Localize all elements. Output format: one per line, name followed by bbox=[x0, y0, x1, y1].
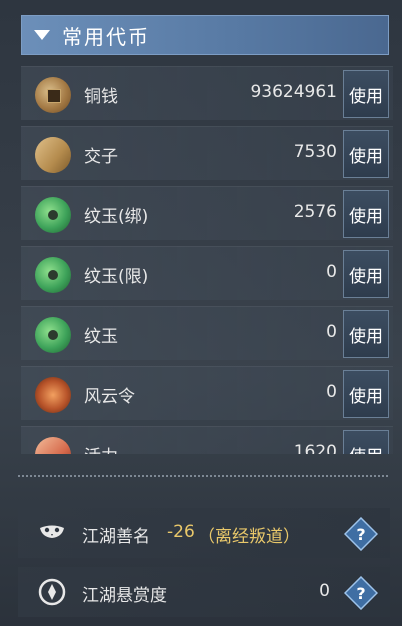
currency-row-jade: 纹玉 0 使用 bbox=[21, 306, 393, 360]
currency-row-copper: 铜钱 93624961 使用 bbox=[21, 66, 393, 120]
use-button[interactable]: 使用 bbox=[343, 190, 389, 238]
currency-value: 0 bbox=[326, 322, 337, 342]
svg-text:?: ? bbox=[356, 525, 365, 544]
currency-name: 活力 bbox=[84, 442, 118, 454]
currency-value: 0 bbox=[326, 262, 337, 282]
currency-row-vitality: 活力 1620 使用 bbox=[21, 426, 393, 454]
use-button[interactable]: 使用 bbox=[343, 430, 389, 454]
vitality-icon bbox=[35, 437, 71, 454]
currency-value: 7530 bbox=[293, 142, 337, 162]
currency-name: 纹玉(限) bbox=[84, 267, 149, 287]
mask-icon bbox=[40, 525, 64, 538]
reputation-label: 江湖善名 bbox=[82, 527, 150, 547]
help-icon[interactable]: ? bbox=[344, 517, 378, 551]
currency-name: 交子 bbox=[84, 147, 118, 167]
bounty-label: 江湖悬赏度 bbox=[82, 586, 167, 606]
use-button[interactable]: 使用 bbox=[343, 250, 389, 298]
svg-text:?: ? bbox=[356, 584, 365, 603]
use-button[interactable]: 使用 bbox=[343, 70, 389, 118]
currency-row-jade-bound: 纹玉(绑) 2576 使用 bbox=[21, 186, 393, 240]
jade-icon bbox=[35, 317, 71, 353]
currency-row-jade-limited: 纹玉(限) 0 使用 bbox=[21, 246, 393, 300]
currency-name: 纹玉(绑) bbox=[84, 207, 149, 227]
wind-cloud-token-icon bbox=[35, 377, 71, 413]
currency-value: 1620 bbox=[293, 442, 337, 454]
bounty-icon bbox=[38, 578, 66, 606]
help-icon[interactable]: ? bbox=[344, 576, 378, 610]
reputation-status: （离经叛道） bbox=[198, 527, 300, 547]
section-title: 常用代币 bbox=[62, 24, 150, 49]
section-divider bbox=[18, 475, 388, 477]
currency-value: 2576 bbox=[293, 202, 337, 222]
jianghu-reputation-row: 江湖善名 -26 （离经叛道） ? bbox=[18, 508, 390, 558]
currency-row-wind-cloud: 风云令 0 使用 bbox=[21, 366, 393, 420]
currency-name: 铜钱 bbox=[84, 87, 118, 107]
collapse-triangle-icon bbox=[34, 30, 50, 40]
currency-list[interactable]: 铜钱 93624961 使用 交子 7530 使用 纹玉(绑) 2576 使用 … bbox=[21, 66, 393, 454]
bounty-value: 0 bbox=[319, 581, 330, 601]
use-button[interactable]: 使用 bbox=[343, 130, 389, 178]
paper-note-icon bbox=[32, 134, 74, 176]
currency-value: 93624961 bbox=[250, 82, 337, 102]
section-header-common-tokens[interactable]: 常用代币 bbox=[21, 15, 389, 55]
currency-name: 风云令 bbox=[84, 387, 135, 407]
reputation-value: -26 bbox=[167, 522, 195, 542]
use-button[interactable]: 使用 bbox=[343, 310, 389, 358]
jade-limited-icon bbox=[35, 257, 71, 293]
use-button[interactable]: 使用 bbox=[343, 370, 389, 418]
copper-coin-icon bbox=[35, 77, 71, 113]
currency-value: 0 bbox=[326, 382, 337, 402]
jade-bound-icon bbox=[35, 197, 71, 233]
currency-row-note: 交子 7530 使用 bbox=[21, 126, 393, 180]
currency-name: 纹玉 bbox=[84, 327, 118, 347]
jianghu-bounty-row: 江湖悬赏度 0 ? bbox=[18, 567, 390, 617]
